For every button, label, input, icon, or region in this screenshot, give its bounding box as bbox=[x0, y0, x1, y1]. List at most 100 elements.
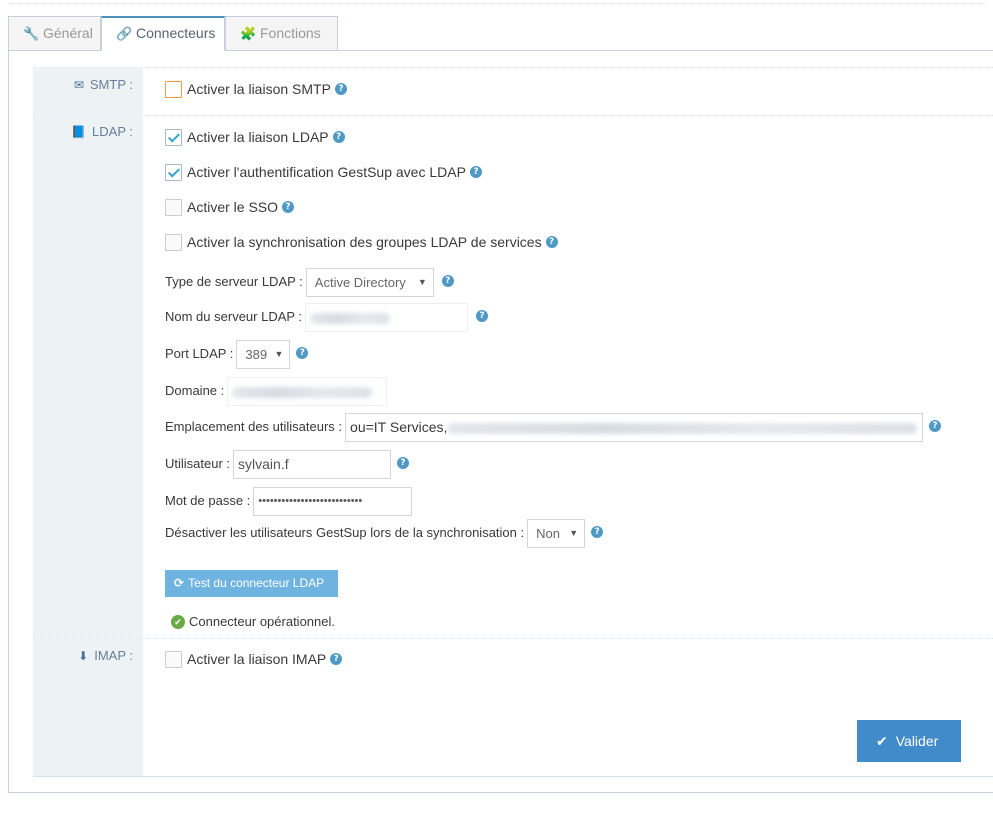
ldap-password-label: Mot de passe : bbox=[165, 493, 251, 508]
ldap-password-line: Mot de passe : ••••••••••••••••••••••••••… bbox=[165, 485, 413, 516]
smtp-label-text: SMTP : bbox=[89, 77, 133, 92]
question-circle-icon[interactable]: ? bbox=[929, 420, 942, 433]
ldap-label: 📘 LDAP : bbox=[33, 116, 143, 638]
redacted-value bbox=[447, 422, 918, 434]
connectors-panel: ✉ SMTP : Activer la liaison SMTP? 📘 LDAP :… bbox=[33, 67, 993, 777]
submit-button[interactable]: ✔ Valider bbox=[857, 720, 961, 762]
ldap-sso-line: Activer le SSO? bbox=[165, 196, 295, 218]
link-icon: 🔗 bbox=[116, 26, 133, 41]
ldap-sync-groups-line: Activer la synchronisation des groupes L… bbox=[165, 231, 558, 253]
caret-down-icon: ▼ bbox=[569, 527, 579, 538]
imap-enable-checkbox[interactable] bbox=[165, 650, 182, 668]
ldap-disable-users-line: Désactiver les utilisateurs GestSup lors… bbox=[165, 517, 604, 548]
smtp-body: Activer la liaison SMTP? bbox=[143, 68, 993, 115]
ldap-server-type-select[interactable]: Active Directory ▼ bbox=[305, 267, 434, 297]
question-circle-icon[interactable]: ? bbox=[332, 131, 345, 144]
smtp-label: ✉ SMTP : bbox=[33, 68, 143, 115]
question-circle-icon[interactable]: ? bbox=[397, 457, 410, 470]
ldap-port-select[interactable]: 389 ▼ bbox=[236, 339, 291, 369]
ldap-domain-line: Domaine : bbox=[165, 375, 388, 406]
ldap-disable-users-select[interactable]: Non ▼ bbox=[527, 518, 586, 548]
submit-button-label: Valider bbox=[895, 733, 939, 749]
ldap-domain-label: Domaine : bbox=[165, 383, 225, 398]
check-icon: ✔ bbox=[876, 733, 888, 749]
tab-general-label: Général bbox=[43, 25, 93, 41]
ldap-auth-checkbox[interactable] bbox=[165, 163, 182, 181]
imap-enable-line: Activer la liaison IMAP? bbox=[165, 648, 343, 670]
ldap-domain-input[interactable] bbox=[227, 376, 388, 406]
ldap-enable-line: Activer la liaison LDAP? bbox=[165, 126, 345, 148]
smtp-row: ✉ SMTP : Activer la liaison SMTP? bbox=[33, 68, 993, 116]
envelope-icon: ✉ bbox=[73, 78, 84, 92]
imap-label: ⬇ IMAP : bbox=[33, 639, 143, 776]
test-ldap-button[interactable]: ⟳ Test du connecteur LDAP bbox=[165, 570, 338, 597]
caret-down-icon: ▼ bbox=[274, 348, 284, 359]
ldap-user-label: Utilisateur : bbox=[165, 456, 231, 471]
ldap-enable-label: Activer la liaison LDAP bbox=[187, 129, 329, 145]
question-circle-icon[interactable]: ? bbox=[545, 236, 558, 249]
question-circle-icon[interactable]: ? bbox=[476, 310, 489, 323]
caret-down-icon: ▼ bbox=[417, 276, 427, 287]
question-circle-icon[interactable]: ? bbox=[469, 166, 482, 179]
connector-status: ✔ Connecteur opérationnel. bbox=[171, 612, 335, 632]
tab-fonctions-label: Fonctions bbox=[260, 25, 321, 41]
tab-fonctions[interactable]: 🧩 Fonctions bbox=[225, 16, 338, 51]
imap-enable-label: Activer la liaison IMAP bbox=[187, 651, 327, 667]
ldap-port-value: 389 bbox=[245, 346, 268, 362]
ldap-sso-checkbox[interactable] bbox=[165, 198, 182, 216]
ldap-port-line: Port LDAP : 389 ▼? bbox=[165, 338, 309, 369]
ldap-auth-label: Activer l'authentification GestSup avec … bbox=[187, 164, 466, 180]
top-divider bbox=[8, 3, 985, 4]
ldap-sync-groups-checkbox[interactable] bbox=[165, 233, 182, 251]
connector-status-text: Connecteur opérationnel. bbox=[189, 614, 335, 629]
question-circle-icon[interactable]: ? bbox=[282, 201, 295, 214]
ldap-server-type-value: Active Directory bbox=[314, 274, 406, 290]
ldap-users-location-label: Emplacement des utilisateurs : bbox=[165, 419, 343, 434]
ldap-server-type-line: Type de serveur LDAP : Active Directory ▼? bbox=[165, 266, 454, 297]
ldap-disable-users-value: Non bbox=[536, 525, 560, 541]
tab-connecteurs[interactable]: 🔗 Connecteurs bbox=[101, 16, 225, 51]
question-circle-icon[interactable]: ? bbox=[334, 83, 347, 96]
question-circle-icon[interactable]: ? bbox=[441, 275, 454, 288]
tab-content: ✉ SMTP : Activer la liaison SMTP? 📘 LDAP :… bbox=[8, 50, 993, 793]
imap-body: Activer la liaison IMAP? ✔ Valider bbox=[143, 639, 993, 776]
ldap-user-input[interactable]: sylvain.f bbox=[233, 449, 392, 479]
ldap-row: 📘 LDAP : Activer la liaison LDAP? Activer… bbox=[33, 116, 993, 639]
ldap-password-value: ••••••••••••••••••••••••••• bbox=[258, 494, 363, 507]
ldap-enable-checkbox[interactable] bbox=[165, 128, 182, 146]
check-circle-icon: ✔ bbox=[171, 614, 185, 629]
download-icon: ⬇ bbox=[78, 649, 89, 663]
ldap-server-name-line: Nom du serveur LDAP :? bbox=[165, 301, 489, 332]
ldap-auth-line: Activer l'authentification GestSup avec … bbox=[165, 161, 482, 183]
ldap-user-line: Utilisateur : sylvain.f? bbox=[165, 448, 410, 479]
smtp-enable-line: Activer la liaison SMTP? bbox=[165, 78, 347, 100]
ldap-users-location-value: ou=IT Services, bbox=[350, 418, 448, 435]
ldap-label-text: LDAP : bbox=[92, 124, 133, 139]
test-ldap-button-label: Test du connecteur LDAP bbox=[188, 576, 325, 590]
puzzle-icon: 🧩 bbox=[240, 26, 257, 41]
ldap-sso-label: Activer le SSO bbox=[187, 199, 279, 215]
ldap-server-name-label: Nom du serveur LDAP : bbox=[165, 309, 303, 324]
ldap-disable-users-label: Désactiver les utilisateurs GestSup lors… bbox=[165, 525, 525, 540]
ldap-server-name-input[interactable] bbox=[305, 302, 469, 332]
smtp-enable-checkbox[interactable] bbox=[165, 80, 182, 98]
tab-connecteurs-label: Connecteurs bbox=[136, 25, 216, 41]
ldap-users-location-input[interactable]: ou=IT Services, bbox=[345, 412, 924, 442]
redacted-value bbox=[310, 312, 391, 324]
imap-label-text: IMAP : bbox=[94, 648, 133, 663]
ldap-user-value: sylvain.f bbox=[238, 455, 289, 472]
ldap-port-label: Port LDAP : bbox=[165, 346, 234, 361]
question-circle-icon[interactable]: ? bbox=[591, 526, 604, 539]
ldap-body: Activer la liaison LDAP? Activer l'authe… bbox=[143, 116, 993, 638]
question-circle-icon[interactable]: ? bbox=[330, 653, 343, 666]
refresh-icon: ⟳ bbox=[174, 576, 185, 590]
ldap-password-input[interactable]: ••••••••••••••••••••••••••• bbox=[253, 486, 413, 516]
tab-general[interactable]: 🔧 Général bbox=[8, 16, 101, 51]
book-icon: 📘 bbox=[71, 125, 87, 139]
imap-row: ⬇ IMAP : Activer la liaison IMAP? ✔ Valide… bbox=[33, 639, 993, 777]
redacted-value bbox=[232, 386, 373, 398]
question-circle-icon[interactable]: ? bbox=[296, 347, 309, 360]
ldap-users-location-line: Emplacement des utilisateurs : ou=IT Serv… bbox=[165, 411, 942, 442]
ldap-server-type-label: Type de serveur LDAP : bbox=[165, 274, 303, 289]
wrench-icon: 🔧 bbox=[23, 26, 40, 41]
